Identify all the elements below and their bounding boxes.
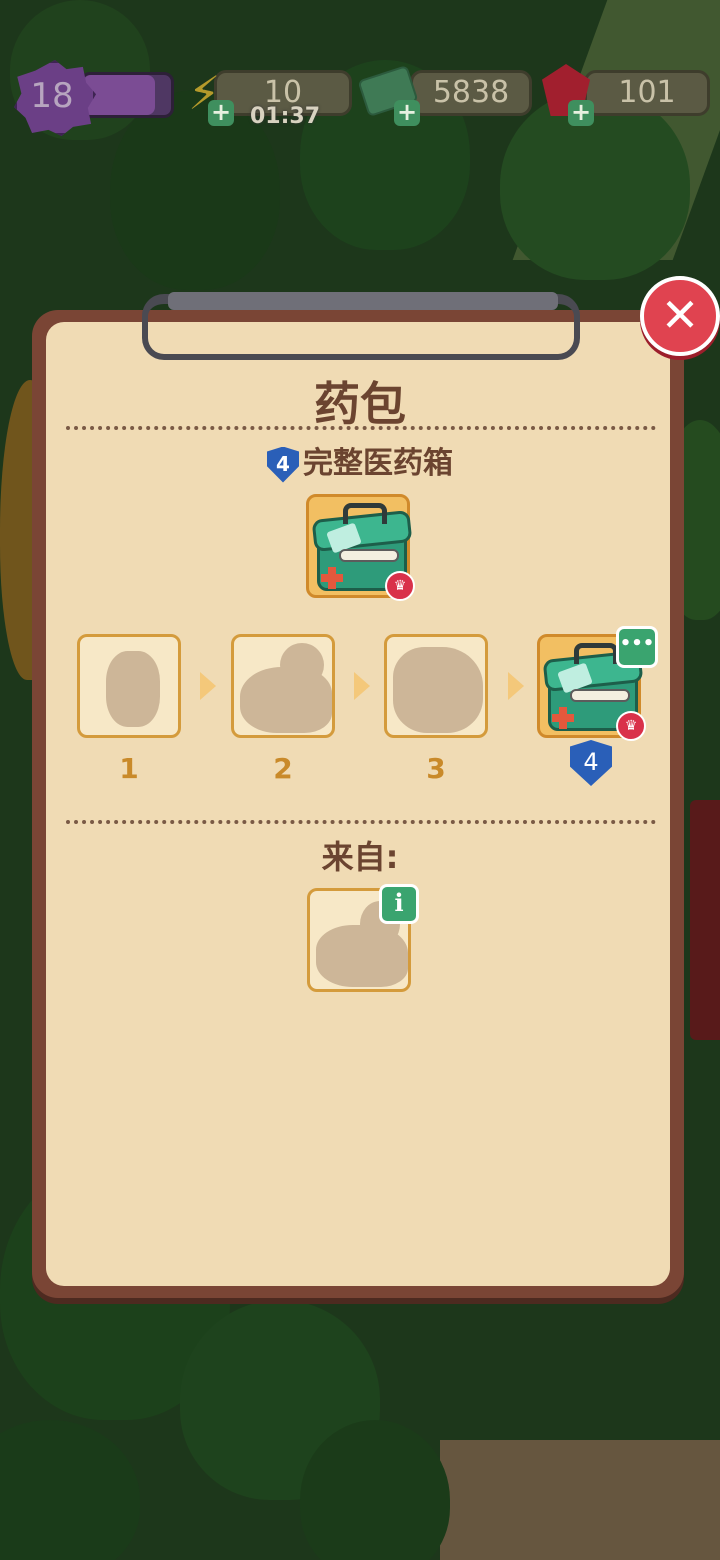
locked-item-silhouette	[106, 651, 160, 727]
close-button[interactable]: ✕	[640, 276, 720, 356]
energy-timer: 01:37	[250, 104, 321, 129]
locked-item-silhouette	[393, 647, 483, 733]
locked-item-silhouette	[280, 643, 324, 687]
add-gems-icon[interactable]: +	[568, 100, 594, 126]
more-options-icon[interactable]: •••	[616, 626, 658, 668]
player-level: 18	[30, 76, 74, 116]
chain-slot-1[interactable]	[77, 634, 181, 738]
cash-value: 5838	[432, 75, 510, 110]
top-hud: 18 10 ⚡ + 01:37 5838 + 101 +	[0, 60, 720, 136]
add-energy-icon[interactable]: +	[208, 100, 234, 126]
chevron-right-icon	[200, 672, 216, 700]
chain-step-label: 3	[426, 752, 446, 785]
featured-item-slot[interactable]: ♛	[306, 494, 415, 601]
chevron-right-icon	[508, 672, 524, 700]
gem-value: 101	[618, 75, 676, 110]
chain-step-label: 2	[273, 752, 293, 785]
gem-counter[interactable]: 101	[584, 70, 710, 116]
clipboard-clip-bar	[168, 292, 558, 310]
chain-slot-3[interactable]	[384, 634, 488, 738]
crown-icon: ♛	[385, 571, 415, 601]
chain-slot-2[interactable]	[231, 634, 335, 738]
item-name: 完整医药箱	[303, 446, 453, 481]
dialog-title: 药包	[314, 377, 406, 431]
info-icon[interactable]: i	[379, 884, 419, 924]
chain-step-label: 1	[119, 752, 139, 785]
divider-bottom	[66, 820, 656, 824]
add-cash-icon[interactable]: +	[394, 100, 420, 126]
crown-icon: ♛	[616, 711, 646, 741]
chevron-right-icon	[354, 672, 370, 700]
item-heading: 4 完整医药箱	[0, 438, 720, 483]
source-label: 来自:	[321, 838, 399, 876]
cash-counter[interactable]: 5838	[410, 70, 532, 116]
divider-top	[66, 426, 656, 430]
level-shield-icon: 4	[267, 446, 299, 483]
